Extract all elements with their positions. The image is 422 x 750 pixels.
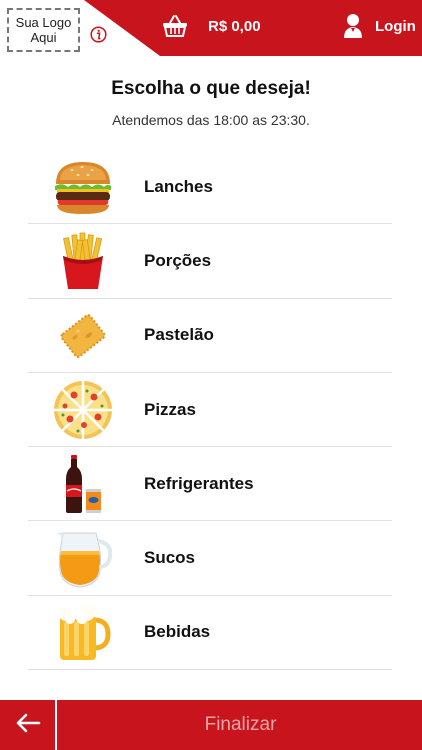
page-title: Escolha o que deseja! bbox=[111, 78, 311, 99]
burger-icon bbox=[52, 156, 114, 218]
category-item-bebidas[interactable]: Bebidas bbox=[28, 596, 392, 671]
app-header: Sua Logo Aqui R$ 0,00 Login bbox=[0, 0, 422, 56]
cart-total[interactable]: R$ 0,00 bbox=[208, 18, 261, 35]
category-item-pizzas[interactable]: Pizzas bbox=[28, 373, 392, 448]
finalize-label: Finalizar bbox=[204, 714, 277, 735]
category-list: Lanches Porções Pastelão Pizzas Refriger… bbox=[28, 150, 392, 671]
soda-icon bbox=[52, 453, 114, 515]
category-label: Porções bbox=[144, 250, 212, 270]
pastel-icon bbox=[52, 305, 114, 367]
category-label: Pizzas bbox=[144, 399, 196, 419]
category-label: Sucos bbox=[144, 548, 196, 568]
category-item-sucos[interactable]: Sucos bbox=[28, 521, 392, 596]
category-item-porcoes[interactable]: Porções bbox=[28, 224, 392, 299]
beer-mug-icon bbox=[52, 602, 114, 664]
arrow-left-icon bbox=[15, 712, 41, 739]
info-icon[interactable] bbox=[90, 26, 107, 43]
logo-text: Sua Logo Aqui bbox=[15, 15, 72, 45]
category-label: Pastelão bbox=[144, 325, 214, 345]
category-label: Lanches bbox=[144, 176, 213, 196]
user-icon[interactable] bbox=[343, 13, 363, 39]
back-button[interactable] bbox=[0, 700, 57, 750]
category-label: Refrigerantes bbox=[144, 473, 254, 493]
category-item-pastelao[interactable]: Pastelão bbox=[28, 299, 392, 373]
bottom-bar: Finalizar bbox=[0, 700, 422, 750]
fries-icon bbox=[52, 230, 114, 292]
juice-pitcher-icon bbox=[52, 527, 114, 589]
pizza-icon bbox=[52, 379, 114, 441]
finalize-button[interactable]: Finalizar bbox=[59, 700, 422, 750]
login-link[interactable]: Login bbox=[375, 18, 416, 35]
category-item-refrigerantes[interactable]: Refrigerantes bbox=[28, 447, 392, 522]
logo-placeholder[interactable]: Sua Logo Aqui bbox=[7, 8, 80, 52]
shopping-basket-icon[interactable] bbox=[162, 14, 188, 38]
opening-hours: Atendemos das 18:00 as 23:30. bbox=[112, 112, 310, 128]
category-item-lanches[interactable]: Lanches bbox=[28, 150, 392, 225]
category-label: Bebidas bbox=[144, 622, 211, 642]
